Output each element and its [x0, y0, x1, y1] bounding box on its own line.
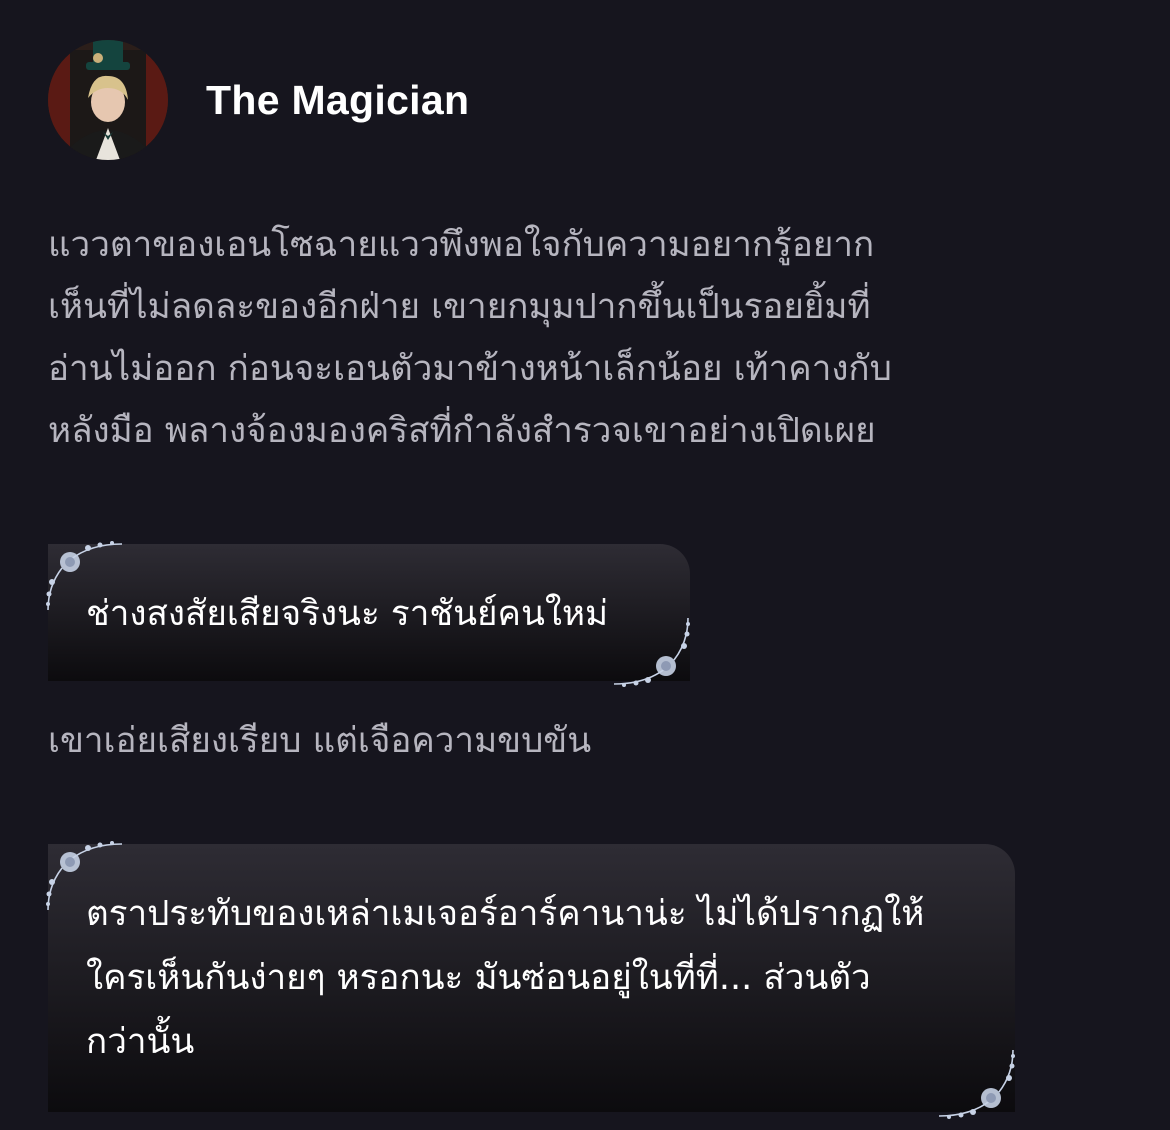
floral-ornament-icon: [938, 1049, 1015, 1119]
floral-ornament-icon: [613, 617, 690, 687]
dialogue-bubble: ตราประทับของเหล่าเมเจอร์อาร์คานาน่ะ ไม่ไ…: [48, 844, 1015, 1112]
narration-message: เขาเอ่ยเสียงเรียบ แต่เจือความขบขัน: [48, 721, 592, 761]
character-avatar[interactable]: [48, 40, 168, 160]
chat-header: The Magician: [48, 40, 469, 160]
dialogue-text: ตราประทับของเหล่าเมเจอร์อาร์คานาน่ะ ไม่ไ…: [86, 894, 925, 1062]
magician-portrait-icon: [48, 40, 168, 160]
narration-message: แววตาของเอนโซฉายแววพึงพอใจกับความอยากรู้…: [48, 225, 892, 451]
dialogue-text: ช่างสงสัยเสียจริงนะ ราชันย์คนใหม่: [86, 594, 609, 634]
floral-ornament-icon: [46, 541, 123, 611]
character-name[interactable]: The Magician: [206, 77, 469, 124]
floral-ornament-icon: [46, 841, 123, 911]
dialogue-bubble: ช่างสงสัยเสียจริงนะ ราชันย์คนใหม่: [48, 544, 690, 681]
